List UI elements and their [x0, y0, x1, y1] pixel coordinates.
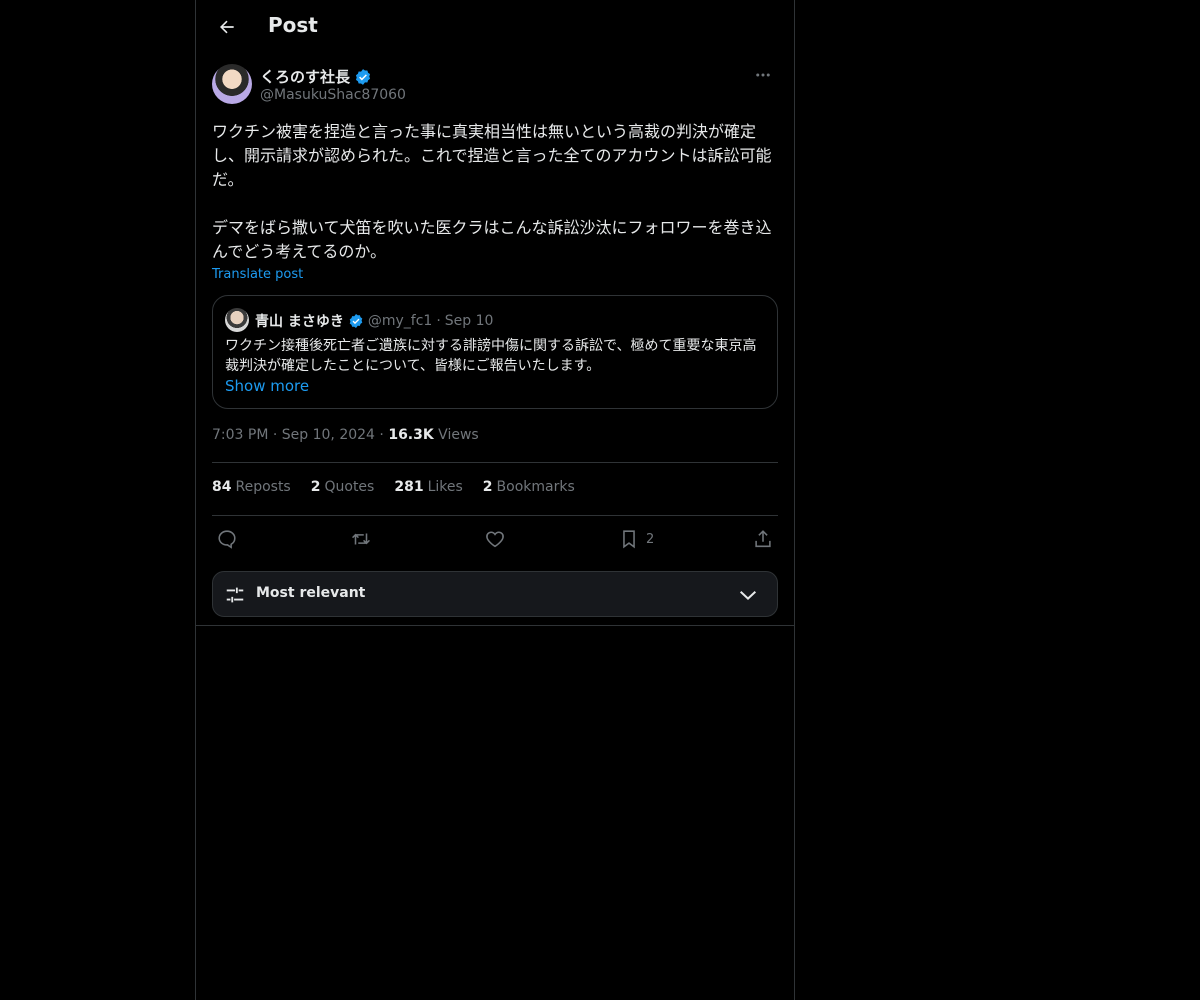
quotes-count: 2 — [310, 479, 321, 495]
meta-separator: · — [379, 427, 384, 443]
show-more-link[interactable]: Show more — [225, 377, 309, 395]
action-bar: 2 — [212, 527, 778, 551]
quote-author-handle: @my_fc1 — [367, 313, 433, 329]
verified-badge-icon — [349, 314, 363, 328]
reply-button[interactable] — [216, 527, 238, 551]
quotes-label: Quotes — [324, 479, 375, 495]
like-button[interactable] — [484, 527, 506, 551]
post-date[interactable]: Sep 10, 2024 — [282, 427, 375, 443]
quote-avatar — [225, 308, 249, 332]
post-text: ワクチン被害を捏造と言った事に真実相当性は無いという高裁の判決が確定し、開示請求… — [212, 122, 772, 261]
quotes-stat[interactable]: 2 Quotes — [311, 479, 375, 495]
post-stats: 84 Reposts 2 Quotes 281 Likes 2 Bookmarks — [212, 479, 575, 495]
views-label: Views — [438, 427, 479, 443]
more-button[interactable] — [748, 64, 778, 86]
back-button[interactable] — [212, 12, 242, 42]
views-count: 16.3K — [388, 427, 434, 443]
reposts-stat[interactable]: 84 Reposts — [212, 479, 291, 495]
author-handle[interactable]: @MasukuShac87060 — [260, 87, 406, 103]
verified-badge-icon — [355, 68, 371, 85]
quote-author-name: 青山 まさゆき — [255, 314, 344, 330]
bookmarks-stat[interactable]: 2 Bookmarks — [483, 479, 575, 495]
more-icon — [756, 73, 770, 77]
quoted-post[interactable]: 青山 まさゆき @my_fc1 · Sep 10 ワクチン接種後死亡者ご遺族に対… — [212, 295, 778, 409]
likes-label: Likes — [427, 479, 463, 495]
reposts-label: Reposts — [235, 479, 291, 495]
bookmarks-count: 2 — [482, 479, 493, 495]
bookmark-button[interactable]: 2 — [618, 527, 654, 551]
quote-header: 青山 まさゆき @my_fc1 · Sep 10 — [255, 311, 493, 331]
translate-post-link[interactable]: Translate post — [212, 267, 303, 282]
share-button[interactable] — [752, 527, 774, 551]
likes-stat[interactable]: 281 Likes — [394, 479, 462, 495]
like-icon — [486, 531, 504, 548]
sort-label: Most relevant — [256, 585, 366, 601]
author-name[interactable]: くろのす社長 — [260, 66, 350, 87]
reply-sort-dropdown[interactable]: Most relevant — [212, 571, 778, 617]
author-name-row[interactable]: くろのす社長 — [260, 66, 372, 87]
bookmarks-label: Bookmarks — [496, 479, 575, 495]
repost-button[interactable] — [350, 527, 372, 551]
quote-separator: · — [436, 313, 441, 329]
bookmark-count: 2 — [646, 531, 655, 547]
share-icon — [755, 530, 771, 548]
divider — [196, 625, 794, 626]
likes-count: 281 — [394, 479, 424, 495]
post-time[interactable]: 7:03 PM — [212, 427, 268, 443]
divider — [212, 515, 778, 516]
sliders-icon — [226, 587, 244, 603]
reposts-count: 84 — [212, 479, 232, 495]
bookmark-icon — [623, 530, 635, 549]
post-meta: 7:03 PM · Sep 10, 2024 · 16.3K Views — [212, 427, 479, 443]
repost-icon — [352, 533, 370, 545]
back-arrow-icon — [220, 20, 234, 34]
main-column: Post くろのす社長 @MasukuShac87060 ワクチン被害を捏造と言… — [195, 0, 795, 1000]
reply-icon — [218, 530, 236, 549]
page-header: Post — [196, 0, 794, 54]
meta-separator: · — [272, 427, 278, 443]
page-title: Post — [268, 13, 318, 37]
quote-text: ワクチン接種後死亡者ご遺族に対する誹謗中傷に関する訴訟で、極めて重要な東京高裁判… — [225, 338, 757, 374]
quote-date: Sep 10 — [444, 313, 494, 329]
divider — [212, 462, 778, 463]
avatar[interactable] — [212, 64, 252, 104]
chevron-down-icon — [739, 591, 757, 601]
